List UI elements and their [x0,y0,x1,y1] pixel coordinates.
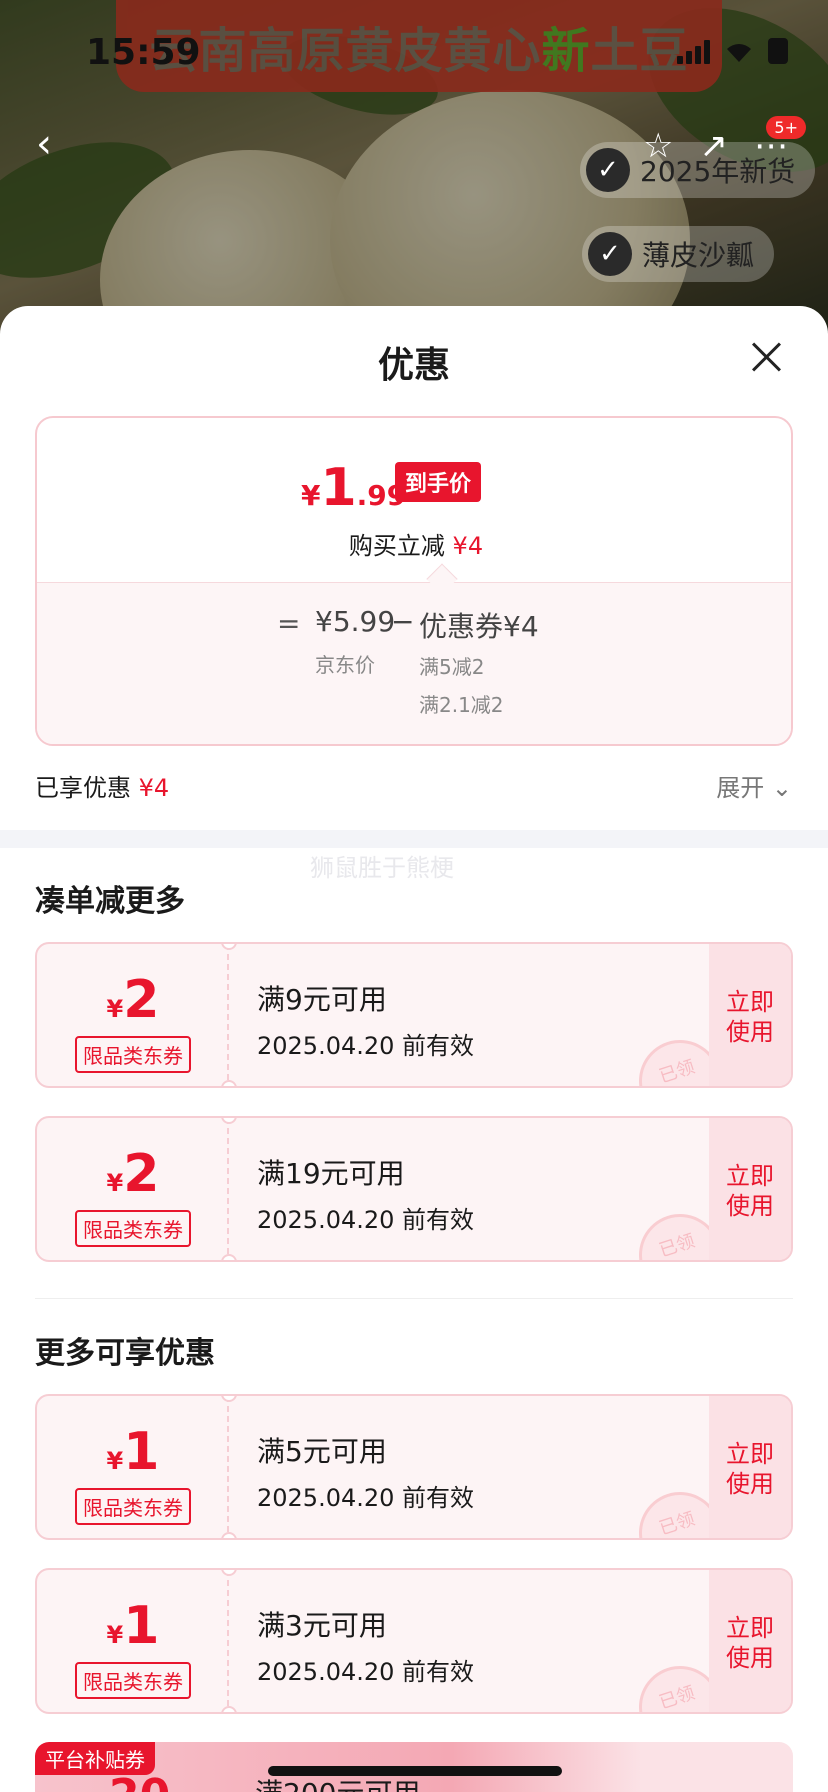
final-price-label: 到手价 [395,462,482,502]
battery-icon [768,38,788,64]
expand-label: 展开 [716,774,765,802]
final-price: ¥1.99 [301,458,406,518]
discount-sheet: 优惠 ¥1.99 到手价 购买立减 ¥4 = ¥5.99 京东价 − 优惠券¥4… [0,306,828,1792]
chevron-down-icon: ⌄ [771,774,792,802]
coupon-condition: 满3元可用 [257,1609,387,1642]
use-now-button[interactable]: 立即 使用 [709,1118,791,1260]
coupon-total: 优惠券¥4 [419,610,539,643]
coupon-card: ¥2 限品类东券 满9元可用 2025.04.20 前有效 已领 立即 使用 [35,942,793,1088]
platform-coupon-amount: 20 [109,1770,170,1792]
coupon-card: ¥1 限品类东券 满5元可用 2025.04.20 前有效 已领 立即 使用 [35,1394,793,1540]
feature-tag-thin-skin: ✓ 薄皮沙瓤 [582,226,775,282]
sheet-title: 优惠 [377,345,450,386]
product-title-highlight: 新 [541,23,591,79]
section-title-more-reduce: 凑单减更多 [35,884,185,919]
coupon-condition: 满5元可用 [257,1435,387,1468]
product-title-banner: 云南高原黄皮黄心新土豆 [116,0,722,92]
wifi-icon [724,40,754,64]
minus-sign: − [391,605,415,638]
expand-button[interactable]: 展开 ⌄ [716,768,792,803]
instant-reduce: 购买立减 ¥4 [37,526,791,561]
jd-price-label: 京东价 [315,653,375,677]
price-breakdown-card: ¥1.99 到手价 购买立减 ¥4 = ¥5.99 京东价 − 优惠券¥4 满5… [35,416,793,746]
enjoyed-label: 已享优惠 [35,774,131,802]
price-formula: = ¥5.99 京东价 − 优惠券¥4 满5减2 满2.1减2 [37,582,791,744]
coupon-type: 限品类东券 [75,1210,191,1247]
coupon-type: 限品类东券 [75,1488,191,1525]
coupon-amount: ¥1 [106,1422,160,1482]
instant-reduce-label: 购买立减 [348,532,445,560]
coupon-condition: 满19元可用 [257,1157,405,1190]
coupon-rule: 满2.1减2 [419,693,504,717]
enjoyed-discount: 已享优惠 ¥4 [35,768,169,803]
coupon-amount: ¥1 [106,1596,160,1656]
coupon-type: 限品类东券 [75,1036,191,1073]
coupon-amount: ¥2 [106,970,160,1030]
watermark-text: 狮鼠胜于熊梗 [310,854,454,882]
use-now-button[interactable]: 立即 使用 [709,944,791,1086]
cart-badge: 5+ [766,116,806,139]
product-title-tail: 土豆 [590,23,689,79]
feature-tag-label: 薄皮沙瓤 [642,239,755,272]
section-title-more-offers: 更多可享优惠 [35,1336,215,1371]
coupon-card: ¥1 限品类东券 满3元可用 2025.04.20 前有效 已领 立即 使用 [35,1568,793,1714]
use-now-button[interactable]: 立即 使用 [709,1570,791,1712]
coupon-condition: 满9元可用 [257,983,387,1016]
status-icons [677,38,788,64]
coupon-amount: ¥2 [106,1144,160,1204]
feature-tag-label: 2025年新货 [640,155,796,188]
signal-icon [677,40,710,64]
final-price-integer: 1 [320,458,357,518]
coupon-validity: 2025.04.20 前有效 [257,1206,475,1234]
coupon-validity: 2025.04.20 前有效 [257,1658,475,1686]
coupon-validity: 2025.04.20 前有效 [257,1484,475,1512]
coupon-rule: 满5减2 [419,655,485,679]
product-title-main: 云南高原黄皮黄心 [149,23,542,79]
section-gap [0,830,828,848]
close-icon[interactable] [750,340,784,374]
coupon-type: 限品类东券 [75,1662,191,1699]
jd-price: ¥5.99 [315,605,396,638]
check-icon: ✓ [586,148,630,192]
feature-tag-new-stock: ✓ 2025年新货 [580,142,816,198]
use-now-button[interactable]: 立即 使用 [709,1396,791,1538]
section-divider [35,1298,793,1299]
coupon-card: ¥2 限品类东券 满19元可用 2025.04.20 前有效 已领 立即 使用 [35,1116,793,1262]
final-price-yen: ¥ [301,479,321,512]
back-arrow-icon[interactable]: ‹ [36,124,76,164]
check-icon: ✓ [588,232,632,276]
equals-sign: = [277,607,301,640]
enjoyed-amount: ¥4 [138,774,170,802]
coupon-validity: 2025.04.20 前有效 [257,1032,475,1060]
home-indicator[interactable] [268,1766,562,1776]
instant-reduce-amount: ¥4 [452,532,484,560]
status-time: 15:59 [86,32,201,73]
